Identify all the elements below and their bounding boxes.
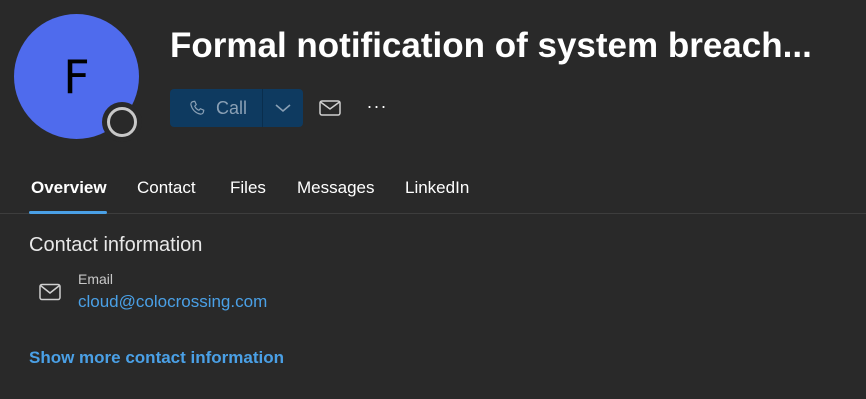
call-button[interactable]: Call [170,89,262,127]
avatar-initial: F [63,49,90,104]
more-icon: ··· [366,95,388,116]
tab-contact[interactable]: Contact [137,178,196,198]
mail-icon [319,100,341,116]
phone-icon [190,100,205,115]
presence-ring [107,107,137,137]
tab-linkedin[interactable]: LinkedIn [405,178,469,198]
tab-messages[interactable]: Messages [297,178,374,198]
chevron-down-icon [275,104,291,113]
tab-files[interactable]: Files [230,178,266,198]
call-button-label: Call [216,97,248,118]
call-button-group: Call [170,89,303,127]
more-options-button[interactable]: ··· [364,94,390,118]
section-title: Contact information [29,234,203,256]
email-link[interactable]: cloud@colocrossing.com [78,292,267,312]
email-label: Email [78,271,114,287]
contact-name: Formal notification of system breach... [170,26,812,65]
tab-overview[interactable]: Overview [31,178,107,198]
mail-icon [39,283,61,301]
email-row-icon [39,283,61,301]
show-more-contact-info-link[interactable]: Show more contact information [29,348,284,368]
tab-bar: Overview Contact Files Messages LinkedIn [0,168,866,214]
email-button[interactable] [317,96,343,120]
presence-status-icon [102,102,142,142]
call-dropdown-button[interactable] [263,89,303,127]
active-tab-indicator [29,211,107,214]
